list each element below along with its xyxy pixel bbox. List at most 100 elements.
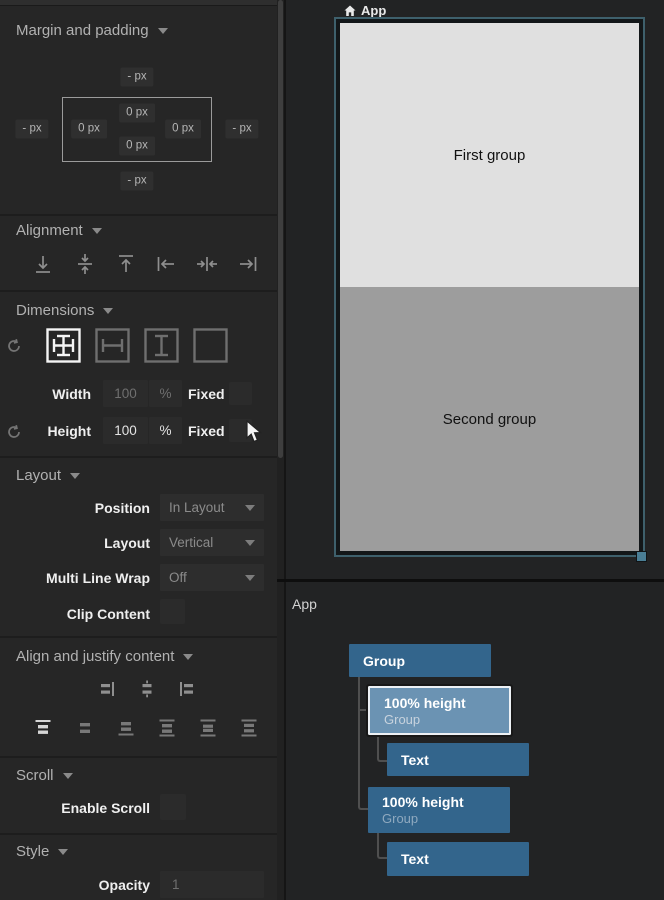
section-title: Align and justify content (16, 648, 174, 665)
breadcrumb[interactable]: App (344, 3, 386, 18)
justify-center-icon[interactable] (74, 717, 96, 739)
section-header-dimensions[interactable]: Dimensions (16, 302, 113, 319)
margin-left-field[interactable]: - px (15, 120, 48, 139)
tree-node-text[interactable]: Text (387, 842, 529, 876)
content-align-center-icon[interactable] (138, 680, 156, 698)
align-left-icon[interactable] (155, 253, 177, 275)
justify-space-between-icon[interactable] (156, 717, 178, 739)
section-header-alignment[interactable]: Alignment (16, 222, 102, 239)
dimension-mode-both-button[interactable] (46, 328, 81, 363)
breadcrumb-label: App (361, 3, 386, 18)
canvas-first-group[interactable]: First group (340, 23, 639, 287)
tree-connector (359, 709, 368, 711)
chevron-down-icon (245, 575, 255, 581)
position-dropdown[interactable]: In Layout (160, 494, 264, 521)
height-label: Height (20, 423, 91, 439)
tree-node-text[interactable]: Text (387, 743, 529, 776)
margin-top-field[interactable]: - px (120, 68, 153, 87)
panel-edge-divider (284, 0, 286, 900)
justify-space-evenly-icon[interactable] (238, 717, 260, 739)
align-top-icon[interactable] (115, 253, 137, 275)
align-center-horizontal-icon[interactable] (196, 253, 218, 275)
multi-line-wrap-dropdown[interactable]: Off (160, 564, 264, 591)
chevron-down-icon (245, 540, 255, 546)
properties-panel: Margin and padding - px - px - px - px 0… (0, 0, 277, 900)
section-title: Margin and padding (16, 22, 149, 39)
justify-space-around-icon[interactable] (197, 717, 219, 739)
chevron-down-icon (245, 505, 255, 511)
tree-node-subtitle: Group (384, 712, 495, 727)
tree-node-label: Group (363, 653, 405, 669)
width-fixed-checkbox[interactable] (229, 382, 252, 405)
tree-node-label: Text (401, 851, 429, 867)
padding-top-field[interactable]: 0 px (119, 104, 155, 123)
layout-value: Vertical (169, 535, 213, 550)
enable-scroll-checkbox[interactable] (160, 794, 186, 820)
canvas-second-group[interactable]: Second group (340, 287, 639, 551)
tree-node-100-height-group-selected[interactable]: 100% height Group (368, 686, 511, 735)
section-title: Style (16, 843, 49, 860)
opacity-label: Opacity (0, 877, 150, 893)
padding-right-field[interactable]: 0 px (165, 120, 201, 139)
dimension-mode-height-button[interactable] (144, 328, 179, 363)
section-header-align-justify-content[interactable]: Align and justify content (16, 648, 193, 665)
enable-scroll-label: Enable Scroll (0, 800, 150, 816)
section-title: Layout (16, 467, 61, 484)
home-icon (344, 5, 356, 17)
section-header-style[interactable]: Style (16, 843, 68, 860)
opacity-input[interactable]: 1 (160, 871, 264, 898)
tree-node-100-height-group[interactable]: 100% height Group (368, 787, 510, 833)
align-center-vertical-icon[interactable] (74, 253, 96, 275)
justify-start-icon[interactable] (32, 717, 54, 739)
layout-dropdown[interactable]: Vertical (160, 529, 264, 556)
height-value-input[interactable]: 100 (103, 417, 148, 444)
tree-node-group[interactable]: Group (349, 644, 491, 677)
height-fixed-checkbox[interactable] (229, 419, 252, 442)
app-window: Margin and padding - px - px - px - px 0… (0, 0, 664, 900)
content-align-left-icon[interactable] (178, 680, 196, 698)
section-header-scroll[interactable]: Scroll (16, 767, 73, 784)
canvas-resize-handle[interactable] (636, 551, 647, 562)
panel-scrollbar-thumb[interactable] (278, 0, 283, 458)
content-align-right-icon[interactable] (98, 680, 116, 698)
position-label: Position (0, 500, 150, 516)
section-title: Dimensions (16, 302, 94, 319)
chevron-down-icon (183, 654, 193, 660)
width-unit-button[interactable]: % (149, 380, 182, 407)
tree-node-title: 100% height (382, 794, 496, 810)
width-value-input[interactable]: 100 (103, 380, 148, 407)
chevron-down-icon (58, 849, 68, 855)
position-value: In Layout (169, 500, 225, 515)
tree-node-title: 100% height (384, 695, 495, 711)
section-header-layout[interactable]: Layout (16, 467, 80, 484)
tree-node-label: Text (401, 752, 429, 768)
padding-bottom-field[interactable]: 0 px (119, 137, 155, 156)
height-unit-button[interactable]: % (149, 417, 182, 444)
align-bottom-icon[interactable] (32, 253, 54, 275)
multi-line-wrap-label: Multi Line Wrap (0, 570, 150, 586)
section-title: Scroll (16, 767, 54, 784)
canvas-hierarchy-divider (277, 579, 664, 582)
reset-icon[interactable] (6, 338, 22, 354)
chevron-down-icon (70, 473, 80, 479)
previous-section-edge (0, 0, 277, 6)
chevron-down-icon (103, 308, 113, 314)
margin-bottom-field[interactable]: - px (120, 172, 153, 191)
justify-end-icon[interactable] (115, 717, 137, 739)
tree-node-subtitle: Group (382, 811, 496, 826)
clip-content-label: Clip Content (0, 606, 150, 622)
multi-line-wrap-value: Off (169, 570, 187, 585)
chevron-down-icon (92, 228, 102, 234)
margin-right-field[interactable]: - px (225, 120, 258, 139)
dimension-mode-width-button[interactable] (95, 328, 130, 363)
app-canvas-frame[interactable]: First group Second group (334, 17, 645, 557)
layout-label: Layout (0, 535, 150, 551)
padding-left-field[interactable]: 0 px (71, 120, 107, 139)
clip-content-checkbox[interactable] (160, 599, 185, 624)
dimension-mode-none-button[interactable] (193, 328, 228, 363)
section-header-margin-padding[interactable]: Margin and padding (16, 22, 168, 39)
hierarchy-title: App (292, 596, 317, 612)
width-label: Width (20, 386, 91, 402)
align-right-icon[interactable] (237, 253, 259, 275)
height-fixed-label: Fixed (188, 423, 225, 439)
